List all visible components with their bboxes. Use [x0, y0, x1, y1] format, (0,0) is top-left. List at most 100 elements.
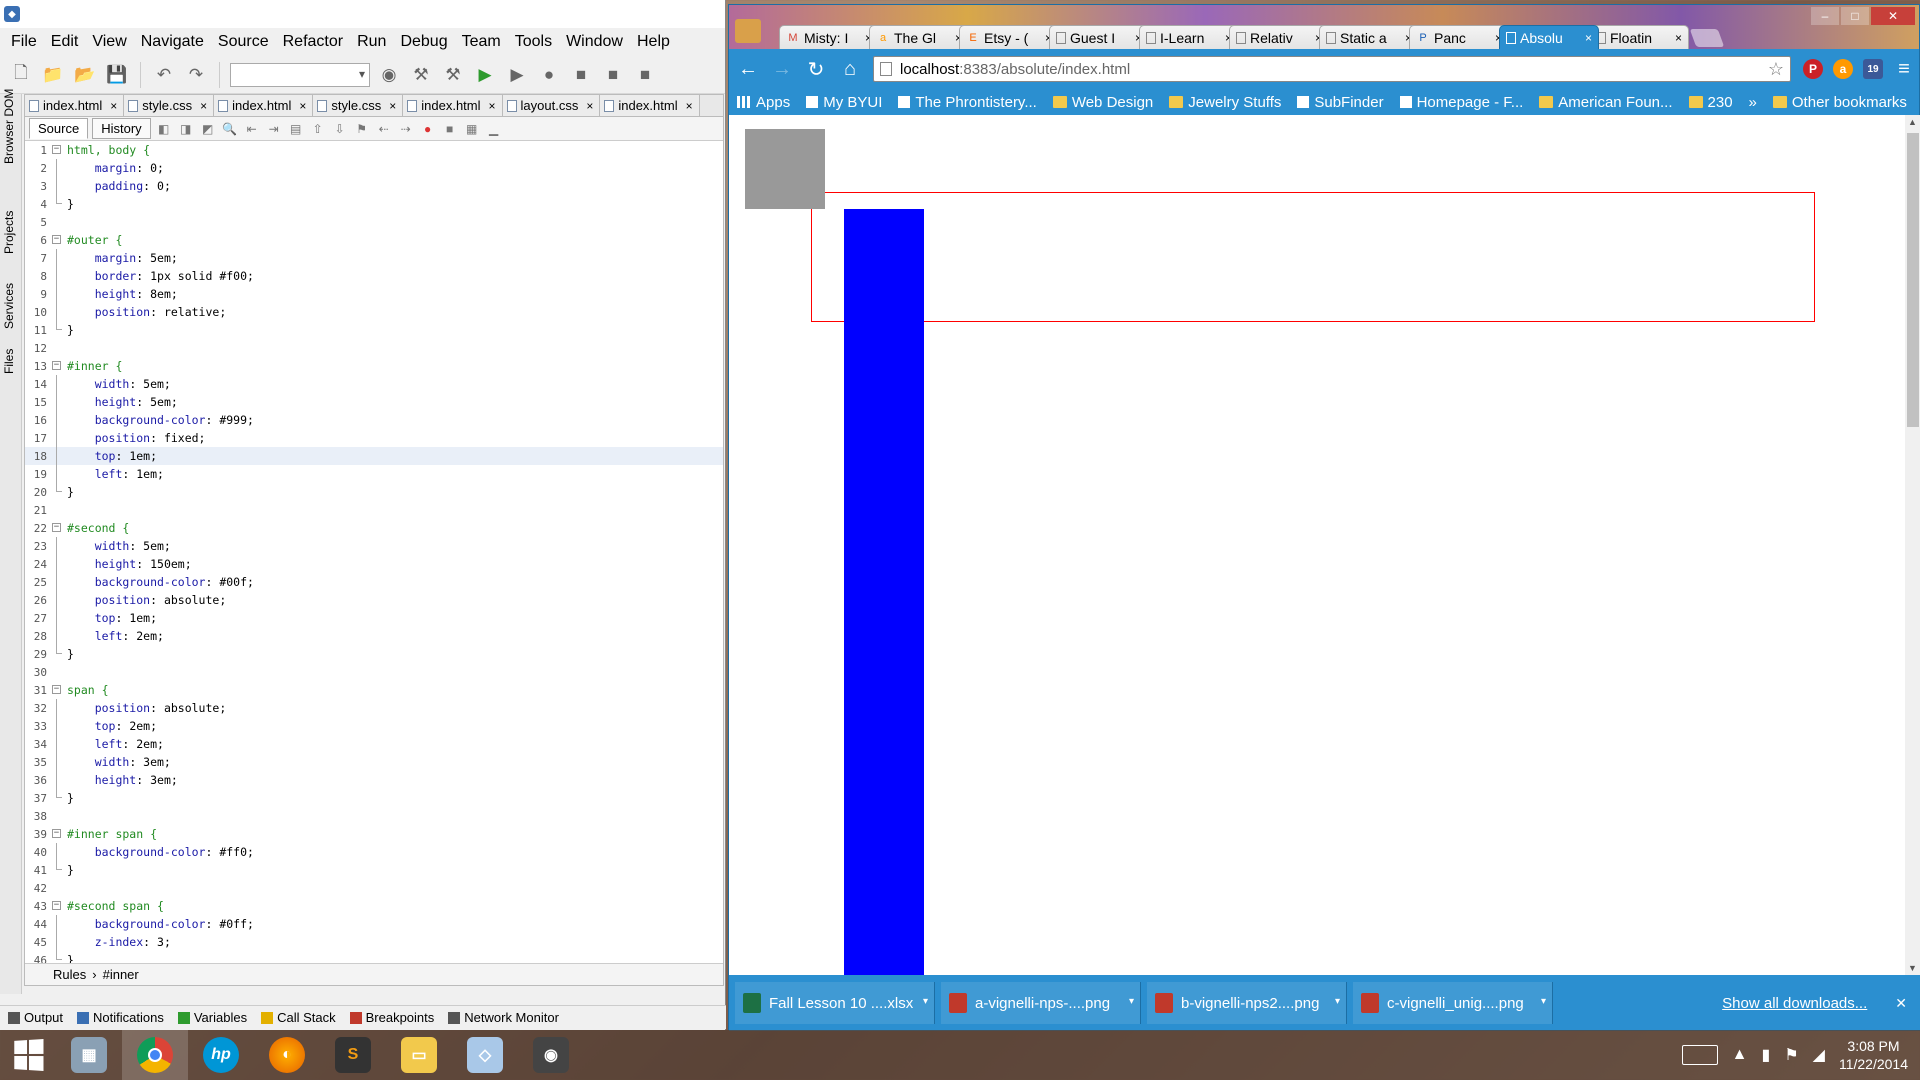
back-icon[interactable]: ◨ [177, 120, 195, 138]
browser-select-icon[interactable]: ◉ [376, 62, 402, 88]
fold-gutter[interactable]: − [51, 897, 63, 915]
uncomment-icon[interactable]: ▁ [485, 120, 503, 138]
last-edit-icon[interactable]: ◧ [155, 120, 173, 138]
save-all-icon[interactable]: 💾 [104, 62, 130, 88]
bookmark-item[interactable]: My BYUI [806, 94, 882, 111]
other-bookmarks[interactable]: Other bookmarks [1772, 94, 1907, 111]
side-tab-projects[interactable]: Projects [2, 211, 16, 254]
notification-icon[interactable]: ⚑ [1784, 1045, 1798, 1065]
scrollbar-thumb[interactable] [1907, 133, 1919, 427]
menu-file[interactable]: File [4, 33, 44, 51]
fold-gutter[interactable]: − [51, 141, 63, 159]
browser-tab[interactable]: aThe Gl× [869, 25, 969, 49]
taskbar-firefox[interactable]: ◐ [254, 1030, 320, 1080]
menu-tools[interactable]: Tools [508, 33, 559, 51]
fold-toggle-icon[interactable]: − [52, 523, 61, 532]
taskbar-calculator[interactable]: ▦ [56, 1030, 122, 1080]
browser-tab[interactable]: MMisty: I× [779, 25, 879, 49]
fold-toggle-icon[interactable]: − [52, 361, 61, 370]
minimize-icon[interactable]: – [1811, 7, 1839, 25]
comment-icon[interactable]: ▦ [463, 120, 481, 138]
step-into-icon[interactable]: ■ [600, 62, 626, 88]
bookmark-star-icon[interactable]: ☆ [1768, 59, 1784, 80]
fold-gutter[interactable]: − [51, 825, 63, 843]
amazon-icon[interactable]: a [1833, 59, 1853, 79]
find-previous-icon[interactable]: ⇤ [243, 120, 261, 138]
menu-debug[interactable]: Debug [393, 33, 454, 51]
bookmark-item[interactable]: The Phrontistery... [898, 94, 1037, 111]
download-item[interactable]: c-vignelli_unig....png ▾ [1353, 982, 1553, 1024]
profile-avatar[interactable] [735, 19, 761, 43]
breadcrumb-rules[interactable]: Rules [53, 967, 86, 982]
taskbar-clock[interactable]: 3:08 PM 11/22/2014 [1839, 1037, 1908, 1073]
show-hidden-icons[interactable]: ▲ [1732, 1046, 1748, 1064]
debug-icon[interactable]: ▶ [504, 62, 530, 88]
fold-gutter[interactable]: − [51, 357, 63, 375]
bookmark-item[interactable]: Web Design [1052, 94, 1153, 111]
next-bookmark-icon[interactable]: ⇩ [331, 120, 349, 138]
back-arrow-icon[interactable]: ← [737, 58, 759, 81]
taskbar-virtualbox[interactable]: ◇ [452, 1030, 518, 1080]
shift-left-icon[interactable]: ⇠ [375, 120, 393, 138]
badge-extension-icon[interactable]: 19 [1863, 59, 1883, 79]
close-icon[interactable]: ✕ [1871, 7, 1915, 25]
bookmark-item[interactable]: 230 [1688, 94, 1733, 111]
download-menu-icon[interactable]: ▾ [1129, 996, 1134, 1007]
bookmark-item[interactable]: Homepage - F... [1399, 94, 1523, 111]
battery-icon[interactable]: ▮ [1762, 1045, 1771, 1065]
side-tab-files[interactable]: Files [2, 349, 16, 374]
shift-right-icon[interactable]: ⇢ [397, 120, 415, 138]
browser-tab[interactable]: Static a× [1319, 25, 1419, 49]
taskbar-explorer[interactable]: ▭ [386, 1030, 452, 1080]
file-tab[interactable]: index.html × [25, 95, 125, 116]
browser-tab[interactable]: PPanc× [1409, 25, 1509, 49]
close-tab-icon[interactable]: × [1585, 31, 1592, 45]
menu-refactor[interactable]: Refactor [276, 33, 350, 51]
menu-icon[interactable]: ≡ [1893, 58, 1915, 81]
bottom-tab-output[interactable]: Output [8, 1010, 63, 1025]
download-item[interactable]: b-vignelli-nps2....png ▾ [1147, 982, 1347, 1024]
taskbar-sublime[interactable]: S [320, 1030, 386, 1080]
find-next-icon[interactable]: ⇥ [265, 120, 283, 138]
find-icon[interactable]: 🔍 [221, 120, 239, 138]
taskbar-camera[interactable]: ◉ [518, 1030, 584, 1080]
build-icon[interactable]: ⚒ [408, 62, 434, 88]
stop-macro-icon[interactable]: ■ [441, 120, 459, 138]
prev-bookmark-icon[interactable]: ⇧ [309, 120, 327, 138]
fold-toggle-icon[interactable]: − [52, 685, 61, 694]
bookmark-item[interactable]: Jewelry Stuffs [1169, 94, 1281, 111]
bottom-tab-breakpoints[interactable]: Breakpoints [349, 1010, 434, 1025]
scroll-up-icon[interactable]: ▲ [1908, 117, 1917, 127]
close-tab-icon[interactable]: × [299, 99, 306, 113]
download-menu-icon[interactable]: ▾ [923, 996, 928, 1007]
close-downloads-icon[interactable]: ✕ [1895, 995, 1907, 1012]
menu-window[interactable]: Window [559, 33, 630, 51]
bookmark-item[interactable]: SubFinder [1297, 94, 1384, 111]
menu-run[interactable]: Run [350, 33, 393, 51]
keyboard-icon[interactable] [1681, 1045, 1718, 1065]
code-view[interactable]: 1− html, body {2 margin: 0; 3 padding: 0; 4… [25, 141, 723, 963]
close-tab-icon[interactable]: × [110, 99, 117, 113]
side-tab-browser-dom[interactable]: Browser DOM [2, 89, 16, 164]
network-icon[interactable]: ◢ [1813, 1045, 1825, 1065]
menu-team[interactable]: Team [455, 33, 508, 51]
taskbar-hp[interactable]: hp [188, 1030, 254, 1080]
taskbar-chrome[interactable] [122, 1030, 188, 1080]
menu-edit[interactable]: Edit [44, 33, 86, 51]
close-tab-icon[interactable]: × [489, 99, 496, 113]
fold-gutter[interactable]: − [51, 519, 63, 537]
menu-source[interactable]: Source [211, 33, 276, 51]
show-all-downloads-link[interactable]: Show all downloads... [1722, 995, 1867, 1012]
file-tab[interactable]: index.html × [600, 95, 700, 116]
fold-gutter[interactable]: − [51, 231, 63, 249]
file-tab[interactable]: index.html × [403, 95, 503, 116]
bottom-tab-variables[interactable]: Variables [177, 1010, 247, 1025]
file-tab[interactable]: layout.css × [502, 95, 601, 116]
menu-view[interactable]: View [85, 33, 133, 51]
browser-tab[interactable]: I-Learn× [1139, 25, 1239, 49]
close-tab-icon[interactable]: × [586, 99, 593, 113]
close-tab-icon[interactable]: × [389, 99, 396, 113]
menu-navigate[interactable]: Navigate [134, 33, 211, 51]
new-project-icon[interactable]: 📁 [40, 62, 66, 88]
maximize-icon[interactable]: □ [1841, 7, 1869, 25]
